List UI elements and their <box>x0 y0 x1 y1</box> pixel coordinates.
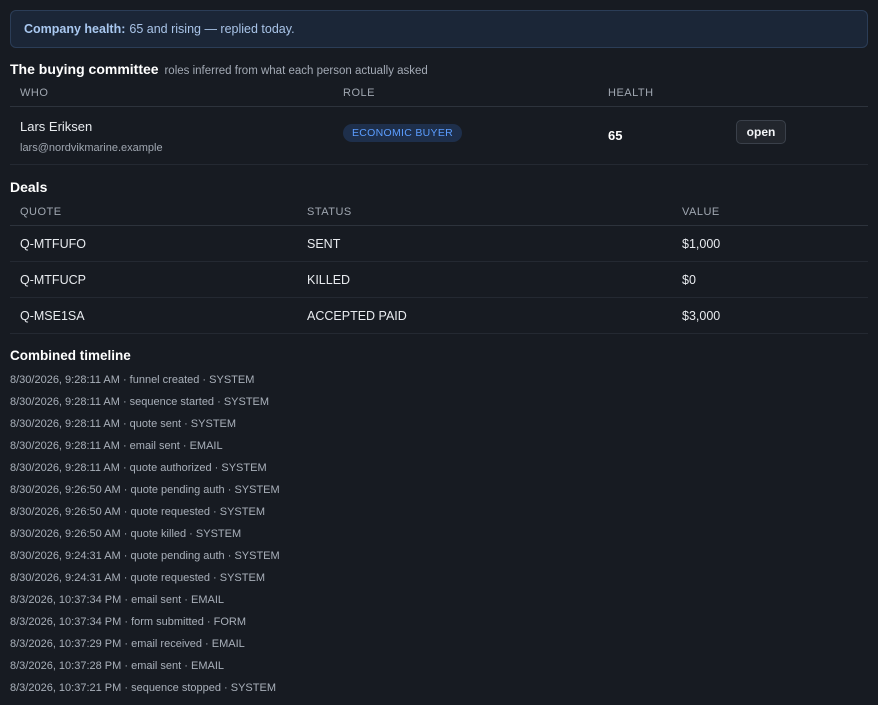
deal-row: Q-MSE1SA ACCEPTED PAID $3,000 <box>10 298 868 334</box>
deal-status: SENT <box>307 237 341 251</box>
buying-committee-heading: The buying committee <box>10 61 159 77</box>
col-status: STATUS <box>307 206 352 218</box>
col-role: ROLE <box>343 87 375 99</box>
deal-status: ACCEPTED PAID <box>307 309 407 323</box>
committee-table-header: WHO ROLE HEALTH <box>10 80 868 107</box>
open-contact-button[interactable]: open <box>736 120 786 144</box>
col-who: WHO <box>20 87 49 99</box>
timeline-list: 8/30/2026, 9:28:11 AM · funnel created ·… <box>10 369 280 699</box>
timeline-item: 8/30/2026, 9:26:50 AM · quote killed · S… <box>10 528 242 540</box>
timeline-item: 8/30/2026, 9:26:50 AM · quote requested … <box>10 506 265 518</box>
buying-committee-title: The buying committee roles inferred from… <box>10 61 428 77</box>
deal-quote: Q-MTFUFO <box>20 237 86 251</box>
company-health-banner: Company health: 65 and rising — replied … <box>10 10 868 48</box>
col-quote: QUOTE <box>20 206 62 218</box>
deal-status: KILLED <box>307 273 351 287</box>
timeline-item: 8/3/2026, 10:37:29 PM · email received ·… <box>10 638 245 650</box>
contact-health-score: 65 <box>608 128 623 143</box>
timeline-item: 8/30/2026, 9:28:11 AM · quote sent · SYS… <box>10 418 237 430</box>
contact-email: lars@nordvikmarine.example <box>20 142 163 154</box>
timeline-item: 8/30/2026, 9:24:31 AM · quote requested … <box>10 572 265 584</box>
company-health-text: 65 and rising — replied today. <box>129 22 295 36</box>
deals-table-header: QUOTE STATUS VALUE <box>10 199 868 226</box>
role-badge: ECONOMIC BUYER <box>343 124 463 142</box>
timeline-item: 8/3/2026, 10:37:28 PM · email sent · EMA… <box>10 660 225 672</box>
timeline-item: 8/3/2026, 10:37:34 PM · email sent · EMA… <box>10 594 225 606</box>
committee-row: Lars Eriksen lars@nordvikmarine.example … <box>10 107 868 165</box>
deal-value: $3,000 <box>682 309 721 323</box>
timeline-item: 8/30/2026, 9:28:11 AM · funnel created ·… <box>10 374 255 386</box>
deal-value: $1,000 <box>682 237 721 251</box>
deal-value: $0 <box>682 273 696 287</box>
buying-committee-subtitle: roles inferred from what each person act… <box>164 65 428 77</box>
timeline-item: 8/30/2026, 9:28:11 AM · quote authorized… <box>10 462 267 474</box>
deal-quote: Q-MSE1SA <box>20 309 85 323</box>
timeline-item: 8/30/2026, 9:24:31 AM · quote pending au… <box>10 550 280 562</box>
col-health: HEALTH <box>608 87 654 99</box>
contact-name: Lars Eriksen <box>20 119 93 134</box>
timeline-item: 8/3/2026, 10:37:34 PM · form submitted ·… <box>10 616 246 628</box>
deal-quote: Q-MTFUCP <box>20 273 86 287</box>
timeline-item: 8/30/2026, 9:28:11 AM · email sent · EMA… <box>10 440 223 452</box>
timeline-item: 8/30/2026, 9:26:50 AM · quote pending au… <box>10 484 280 496</box>
company-health-label: Company health: <box>24 22 126 36</box>
timeline-item: 8/3/2026, 10:37:21 PM · sequence stopped… <box>10 682 276 694</box>
col-value: VALUE <box>682 206 720 218</box>
deals-title: Deals <box>10 179 48 195</box>
deal-row: Q-MTFUFO SENT $1,000 <box>10 226 868 262</box>
timeline-item: 8/30/2026, 9:28:11 AM · sequence started… <box>10 396 270 408</box>
timeline-title: Combined timeline <box>10 348 131 363</box>
deal-row: Q-MTFUCP KILLED $0 <box>10 262 868 298</box>
